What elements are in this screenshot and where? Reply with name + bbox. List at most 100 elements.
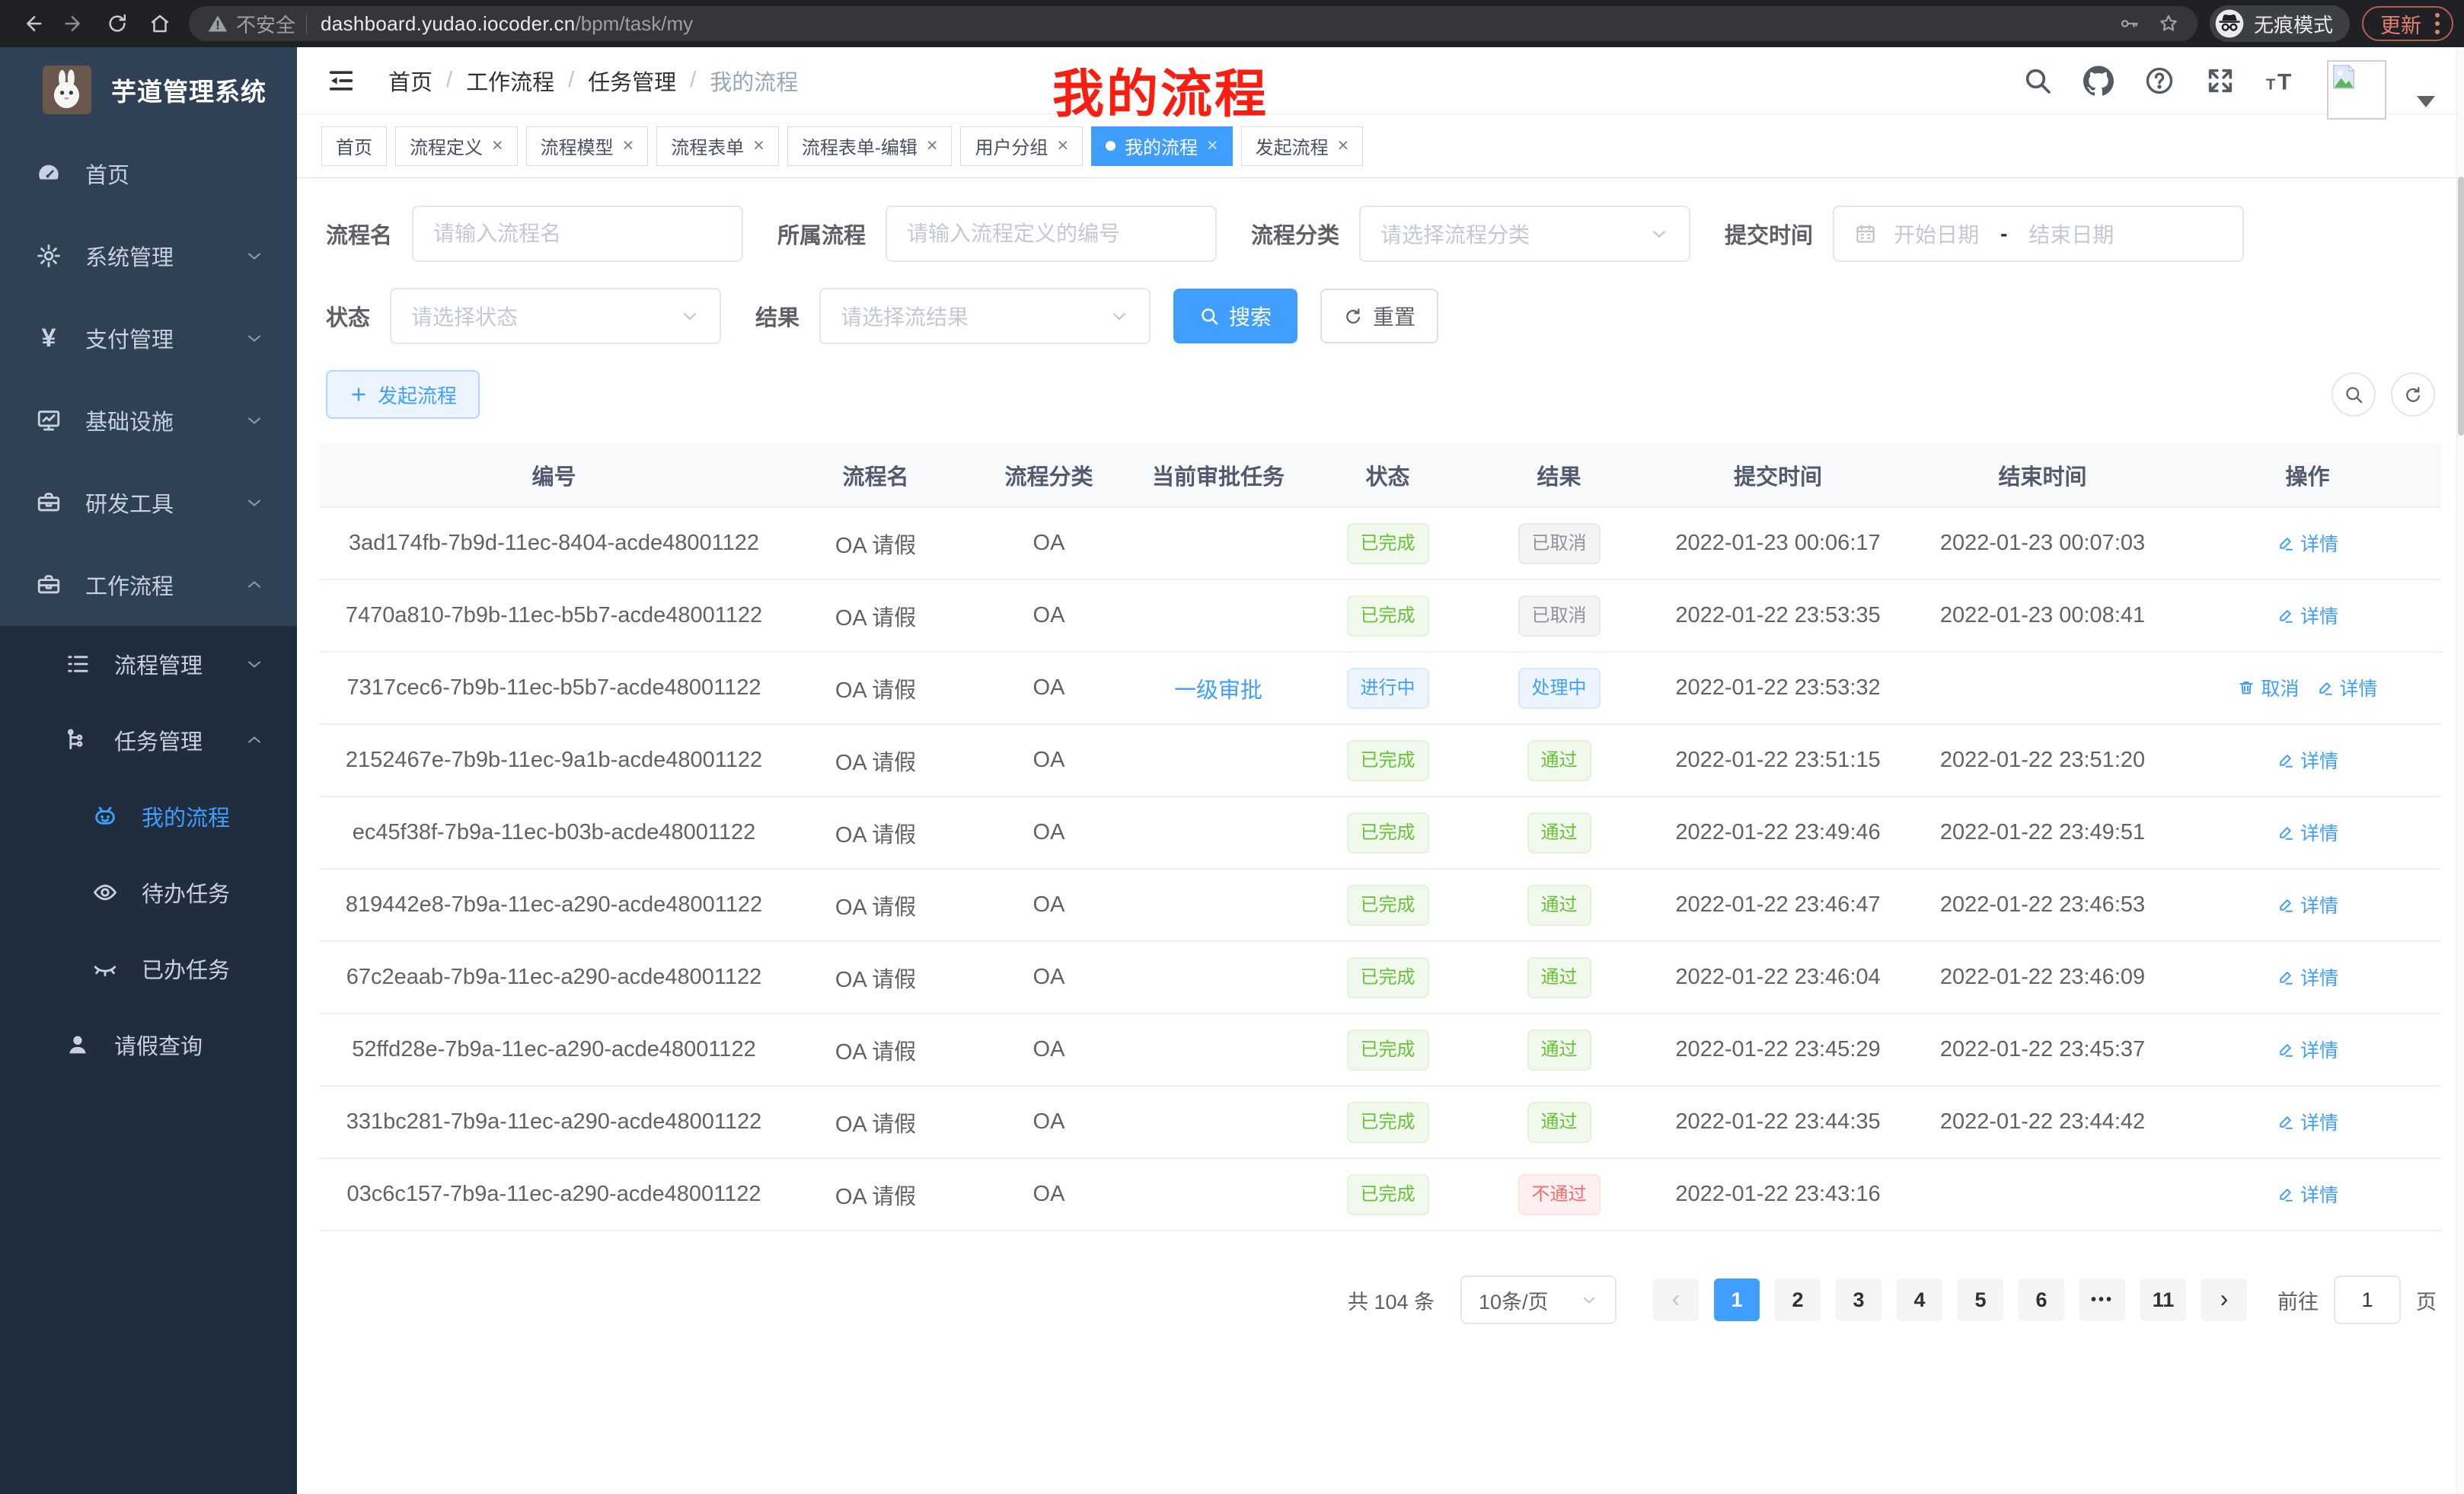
tab-流程定义[interactable]: 流程定义×: [395, 126, 518, 166]
address-bar[interactable]: 不安全 dashboard.yudao.iocoder.cn /bpm/task…: [189, 6, 2197, 41]
create-process-button[interactable]: 发起流程: [326, 370, 480, 419]
jump-prefix: 前往: [2277, 1285, 2319, 1315]
sidebar-item-system-management[interactable]: 系统管理: [0, 215, 297, 297]
next-page-icon[interactable]: ›: [2201, 1279, 2247, 1321]
detail-link[interactable]: 详情: [2277, 1036, 2338, 1063]
sidebar-item-home[interactable]: 首页: [0, 132, 297, 215]
chevron-up-icon: [245, 576, 263, 594]
security-label[interactable]: 不安全: [236, 10, 295, 38]
page-1[interactable]: 1: [1714, 1279, 1760, 1321]
sidebar-item-dev-tools[interactable]: 研发工具: [0, 461, 297, 544]
sidebar-item-workflow[interactable]: 工作流程: [0, 544, 297, 626]
page-5[interactable]: 5: [1958, 1279, 2003, 1321]
app-logo-row[interactable]: 芋道管理系统: [0, 47, 297, 132]
detail-link[interactable]: 详情: [2277, 602, 2338, 629]
detail-link[interactable]: 详情: [2277, 746, 2338, 774]
close-icon[interactable]: ×: [1338, 136, 1349, 155]
toggle-search-icon[interactable]: [2332, 372, 2376, 417]
detail-link[interactable]: 详情: [2277, 963, 2338, 991]
cancel-link[interactable]: 取消: [2237, 674, 2299, 701]
jump-page-input[interactable]: 1: [2334, 1275, 2401, 1324]
detail-link[interactable]: 详情: [2277, 1180, 2338, 1208]
back-icon[interactable]: [14, 6, 49, 41]
page-ellipsis[interactable]: •••: [2079, 1279, 2125, 1321]
tab-用户分组[interactable]: 用户分组×: [960, 126, 1083, 166]
detail-link[interactable]: 详情: [2277, 529, 2338, 557]
page-11[interactable]: 11: [2140, 1279, 2186, 1321]
tab-首页[interactable]: 首页: [321, 126, 387, 166]
category-select[interactable]: 请选择流程分类: [1359, 206, 1690, 262]
github-icon[interactable]: [2083, 65, 2114, 96]
reset-button[interactable]: 重置: [1320, 289, 1438, 343]
tab-流程表单[interactable]: 流程表单×: [656, 126, 779, 166]
fullscreen-icon[interactable]: [2205, 65, 2236, 96]
process-def-input[interactable]: [907, 222, 1195, 246]
detail-link[interactable]: 详情: [2277, 819, 2338, 846]
cell-process-name: OA 请假: [788, 941, 963, 1014]
breadcrumb-item[interactable]: 首页: [388, 65, 432, 97]
success-badge: 已完成: [1347, 523, 1429, 564]
reload-icon[interactable]: [100, 6, 135, 41]
danger-badge: 不通过: [1518, 1174, 1601, 1215]
tab-我的流程[interactable]: 我的流程×: [1091, 126, 1233, 166]
search-button[interactable]: 搜索: [1173, 289, 1297, 343]
help-icon[interactable]: [2144, 65, 2175, 96]
page-size-select[interactable]: 10条/页: [1460, 1275, 1617, 1324]
cell-status: 已完成: [1302, 1014, 1473, 1086]
close-icon[interactable]: ×: [1057, 136, 1068, 155]
current-task-link[interactable]: 一级审批: [1174, 678, 1262, 703]
sidebar-item-done-tasks[interactable]: 已办任务: [0, 931, 297, 1007]
search-icon[interactable]: [2022, 65, 2053, 96]
sidebar-item-infrastructure[interactable]: 基础设施: [0, 379, 297, 461]
breadcrumb-item[interactable]: 任务管理: [588, 65, 676, 97]
home-icon[interactable]: [142, 6, 177, 41]
cell-id: 3ad174fb-7b9d-11ec-8404-acde48001122: [320, 507, 788, 579]
forward-icon[interactable]: [57, 6, 92, 41]
cell-result: 通过: [1473, 1086, 1645, 1158]
font-size-icon[interactable]: TT: [2266, 65, 2296, 96]
avatar-caret-icon[interactable]: [2417, 96, 2435, 107]
sidebar-item-payment-management[interactable]: ¥支付管理: [0, 297, 297, 379]
tab-发起流程[interactable]: 发起流程×: [1241, 126, 1364, 166]
page-4[interactable]: 4: [1897, 1279, 1942, 1321]
tab-流程模型[interactable]: 流程模型×: [526, 126, 649, 166]
tab-流程表单-编辑[interactable]: 流程表单-编辑×: [787, 126, 953, 166]
sidebar-item-my-process[interactable]: 我的流程: [0, 778, 297, 854]
close-icon[interactable]: ×: [927, 136, 938, 155]
primary-badge: 进行中: [1347, 668, 1429, 709]
update-button[interactable]: 更新: [2362, 6, 2453, 41]
sidebar-item-leave-query[interactable]: 请假查询: [0, 1007, 297, 1083]
success-badge: 通过: [1527, 885, 1591, 926]
password-key-icon[interactable]: [2118, 13, 2140, 34]
avatar[interactable]: [2327, 60, 2386, 120]
close-icon[interactable]: ×: [753, 136, 764, 155]
cell-submit-time: 2022-01-22 23:43:16: [1645, 1158, 1911, 1231]
scrollbar-thumb[interactable]: [2458, 177, 2464, 436]
refresh-icon[interactable]: [2391, 372, 2435, 417]
status-select[interactable]: 请选择状态: [390, 288, 721, 344]
detail-link[interactable]: 详情: [2277, 1108, 2338, 1135]
result-select[interactable]: 请选择流结果: [819, 288, 1151, 344]
breadcrumb-item[interactable]: 工作流程: [466, 65, 554, 97]
close-icon[interactable]: ×: [623, 136, 634, 155]
browser-menu-icon[interactable]: [2435, 13, 2440, 34]
sidebar-item-todo-tasks[interactable]: 待办任务: [0, 854, 297, 931]
prev-page-icon[interactable]: ‹: [1653, 1279, 1699, 1321]
page-6[interactable]: 6: [2019, 1279, 2064, 1321]
page-scrollbar[interactable]: [2456, 47, 2464, 1494]
sidebar-item-process-management[interactable]: 流程管理: [0, 626, 297, 702]
date-range-picker[interactable]: 开始日期 - 结束日期: [1833, 206, 2244, 262]
table-row: 819442e8-7b9a-11ec-a290-acde48001122OA 请…: [320, 869, 2441, 941]
detail-link[interactable]: 详情: [2316, 674, 2378, 701]
page-3[interactable]: 3: [1836, 1279, 1882, 1321]
sidebar-toggle-icon[interactable]: [326, 65, 356, 96]
page-2[interactable]: 2: [1775, 1279, 1821, 1321]
close-icon[interactable]: ×: [1207, 136, 1218, 155]
detail-link[interactable]: 详情: [2277, 891, 2338, 918]
close-icon[interactable]: ×: [492, 136, 503, 155]
edit-icon: [2277, 1185, 2295, 1203]
bookmark-star-icon[interactable]: [2158, 13, 2179, 34]
cell-category: OA: [963, 724, 1135, 796]
process-name-input[interactable]: [433, 222, 722, 246]
sidebar-item-task-management[interactable]: 任务管理: [0, 702, 297, 778]
